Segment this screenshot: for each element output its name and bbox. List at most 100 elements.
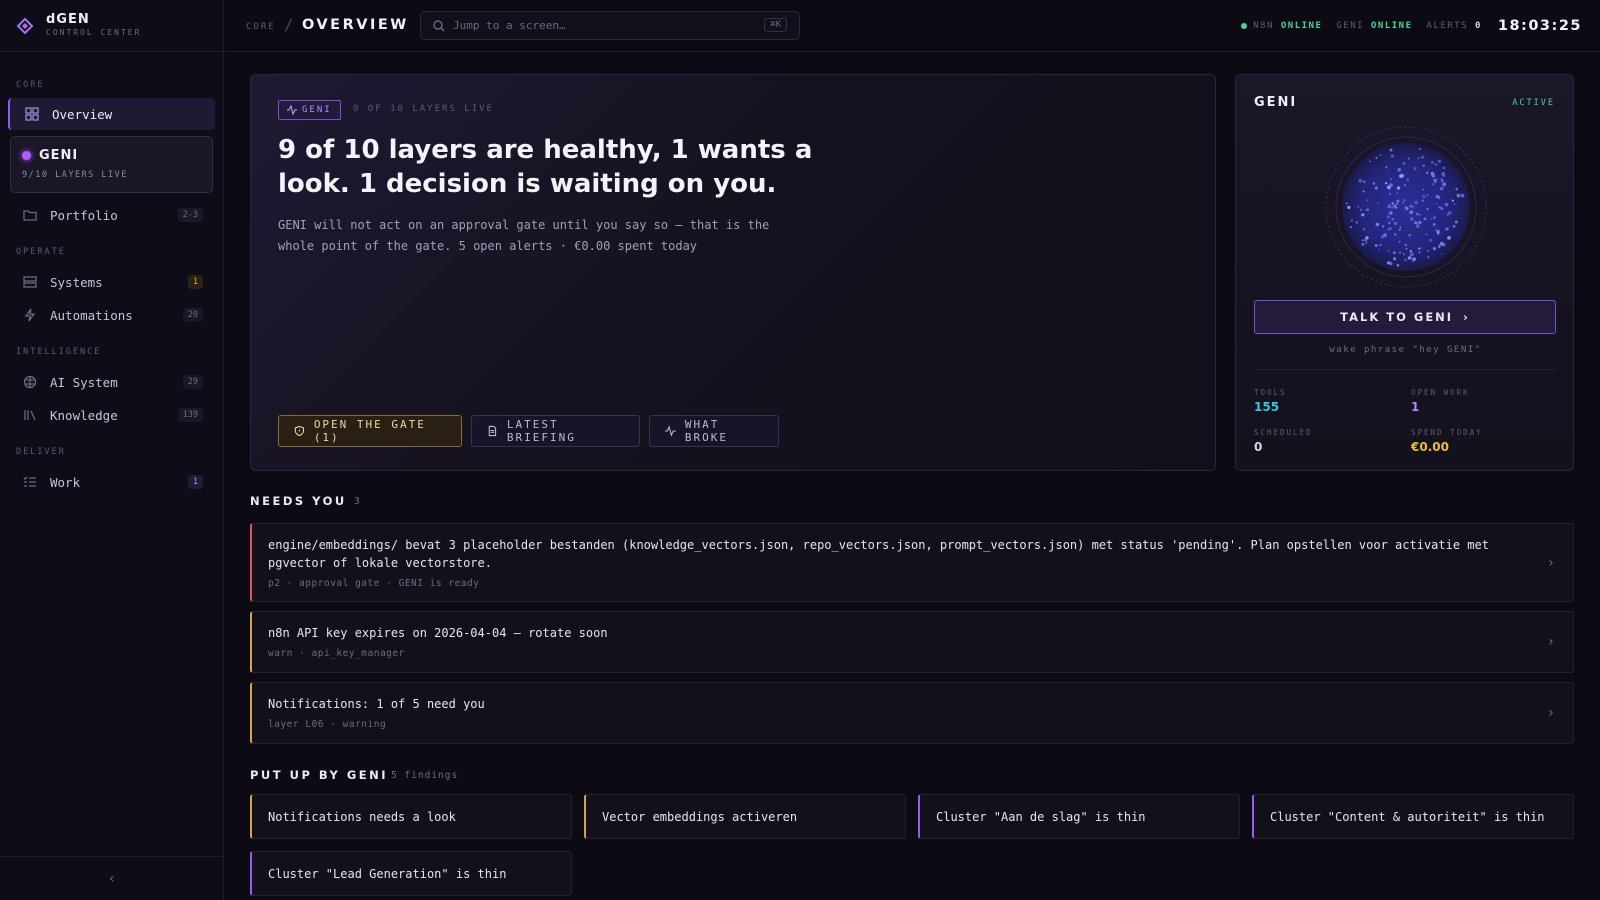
orb-particle xyxy=(1423,218,1426,221)
orb-particle xyxy=(1441,253,1443,255)
latest-briefing-button[interactable]: LATEST BRIEFING xyxy=(471,415,640,447)
orb-particle xyxy=(1413,167,1417,171)
orb-particle xyxy=(1345,202,1348,205)
button-label: WHAT BROKE xyxy=(684,418,728,444)
sidebar-item-label: AI System xyxy=(50,374,118,390)
orb-particle xyxy=(1393,233,1397,237)
chip-label: GENI xyxy=(302,105,332,115)
finding-text: Cluster "Lead Generation" is thin xyxy=(268,866,507,881)
shield-icon xyxy=(294,425,305,437)
alerts-status[interactable]: ALERTS 0 xyxy=(1427,21,1482,31)
orb-particle xyxy=(1349,226,1352,229)
sidebar-item-ai-system[interactable]: AI System 29 xyxy=(8,366,215,398)
orb-particle xyxy=(1391,206,1394,209)
pulse-icon xyxy=(287,105,297,115)
orb-particle xyxy=(1390,178,1392,180)
sidebar-item-label: Knowledge xyxy=(50,407,118,423)
brand[interactable]: dGEN CONTROL CENTER xyxy=(0,0,223,52)
sidebar-item-label: Portfolio xyxy=(50,207,118,223)
n8n-status: N8N ONLINE xyxy=(1241,21,1322,31)
orb-particle xyxy=(1393,257,1397,261)
item-text: Notifications: 1 of 5 need you xyxy=(268,697,485,711)
orb-particle xyxy=(1380,235,1384,239)
orb-particle xyxy=(1396,192,1398,195)
search-input[interactable]: Jump to a screen… ⌘K xyxy=(420,11,800,40)
finding-item[interactable]: Notifications needs a look xyxy=(250,794,572,839)
orb-particle xyxy=(1404,258,1407,262)
sidebar-item-label: Work xyxy=(50,474,81,490)
geni-state-badge: ACTIVE xyxy=(1512,98,1555,108)
orb-particle xyxy=(1365,241,1368,244)
finding-item[interactable]: Cluster "Content & autoriteit" is thin xyxy=(1252,794,1574,839)
orb-particle xyxy=(1418,147,1421,150)
sidebar-item-knowledge[interactable]: Knowledge 139 xyxy=(8,399,215,431)
orb-particle xyxy=(1418,251,1421,254)
chevron-right-icon: › xyxy=(1546,705,1555,721)
orb-particle xyxy=(1442,166,1446,170)
document-icon xyxy=(488,425,497,437)
sidebar-item-systems[interactable]: Systems 1 xyxy=(8,266,215,298)
finding-item[interactable]: Vector embeddings activeren xyxy=(584,794,906,839)
orb-particle xyxy=(1398,240,1401,243)
orb-particle xyxy=(1442,182,1447,187)
talk-to-geni-button[interactable]: TALK TO GENI › xyxy=(1254,300,1556,334)
orb-particle xyxy=(1418,247,1421,250)
orb-particle xyxy=(1374,186,1378,190)
collapse-sidebar-button[interactable]: ‹ xyxy=(0,856,224,900)
orb-particle xyxy=(1396,199,1400,203)
alerts-label: ALERTS xyxy=(1426,21,1469,31)
orb-particle xyxy=(1422,164,1425,167)
orb-particle xyxy=(1427,249,1430,253)
needs-you-item[interactable]: Notifications: 1 of 5 need you layer L06… xyxy=(250,682,1574,744)
sidebar-geni-card[interactable]: GENI 9/10 LAYERS LIVE xyxy=(10,136,213,193)
sidebar-item-work[interactable]: Work 1 xyxy=(8,466,215,498)
orb-particle xyxy=(1436,229,1440,234)
orb-particle xyxy=(1409,210,1414,214)
orb-particle xyxy=(1375,222,1380,227)
orb-particle xyxy=(1361,239,1364,242)
sidebar-item-portfolio[interactable]: Portfolio 2-3 xyxy=(8,199,215,231)
orb-particle xyxy=(1360,208,1363,211)
what-broke-button[interactable]: WHAT BROKE xyxy=(649,415,779,447)
orb-particle xyxy=(1389,227,1392,230)
orb-particle xyxy=(1425,171,1429,175)
orb-particle xyxy=(1362,180,1366,184)
sidebar-item-automations[interactable]: Automations 20 xyxy=(8,299,215,331)
finding-item[interactable]: Cluster "Aan de slag" is thin xyxy=(918,794,1240,839)
orb-particle xyxy=(1391,217,1395,221)
orb-particle xyxy=(1378,248,1380,251)
stat-open-work-label: OPEN WORK xyxy=(1411,388,1470,397)
orb-particle xyxy=(1389,192,1392,195)
sidebar-item-overview[interactable]: Overview xyxy=(8,98,215,130)
sidebar-item-label: Systems xyxy=(50,274,103,290)
open-gate-button[interactable]: OPEN THE GATE (1) xyxy=(278,415,462,447)
geni-label: GENI xyxy=(1336,21,1365,31)
geni-online: ONLINE xyxy=(1370,21,1413,31)
orb-particle xyxy=(1420,155,1425,160)
needs-you-item[interactable]: n8n API key expires on 2026-04-04 — rota… xyxy=(250,611,1574,673)
breadcrumb-core[interactable]: CORE xyxy=(246,22,276,32)
finding-item[interactable]: Cluster "Lead Generation" is thin xyxy=(250,851,572,896)
orb-particle xyxy=(1433,216,1436,219)
orb-particle xyxy=(1455,187,1458,191)
needs-you-item[interactable]: engine/embeddings/ bevat 3 placeholder b… xyxy=(250,523,1574,602)
geni-orb-icon[interactable] xyxy=(1324,125,1488,289)
button-label: LATEST BRIEFING xyxy=(506,418,576,444)
findings-heading: PUT UP BY GENI xyxy=(250,768,389,782)
finding-text: Notifications needs a look xyxy=(268,809,456,824)
orb-particle xyxy=(1347,205,1351,210)
sidebar-item-badge: 1 xyxy=(187,275,203,289)
orb-particle xyxy=(1452,224,1456,228)
needs-you-heading: NEEDS YOU xyxy=(250,494,347,508)
orb-particle xyxy=(1386,215,1390,219)
server-icon xyxy=(23,275,37,289)
stat-scheduled-value: 0 xyxy=(1254,440,1263,454)
geni-chip: GENI xyxy=(278,100,341,120)
orb-particle xyxy=(1372,182,1376,185)
orb-particle xyxy=(1350,219,1353,222)
hero-headline: 9 of 10 layers are healthy, 1 wants a lo… xyxy=(278,135,813,199)
nav-section-intelligence: INTELLIGENCE xyxy=(16,347,102,357)
button-label: OPEN THE GATE (1) xyxy=(313,418,426,444)
orb-particle xyxy=(1399,174,1404,178)
chevron-right-icon: › xyxy=(1546,554,1555,571)
